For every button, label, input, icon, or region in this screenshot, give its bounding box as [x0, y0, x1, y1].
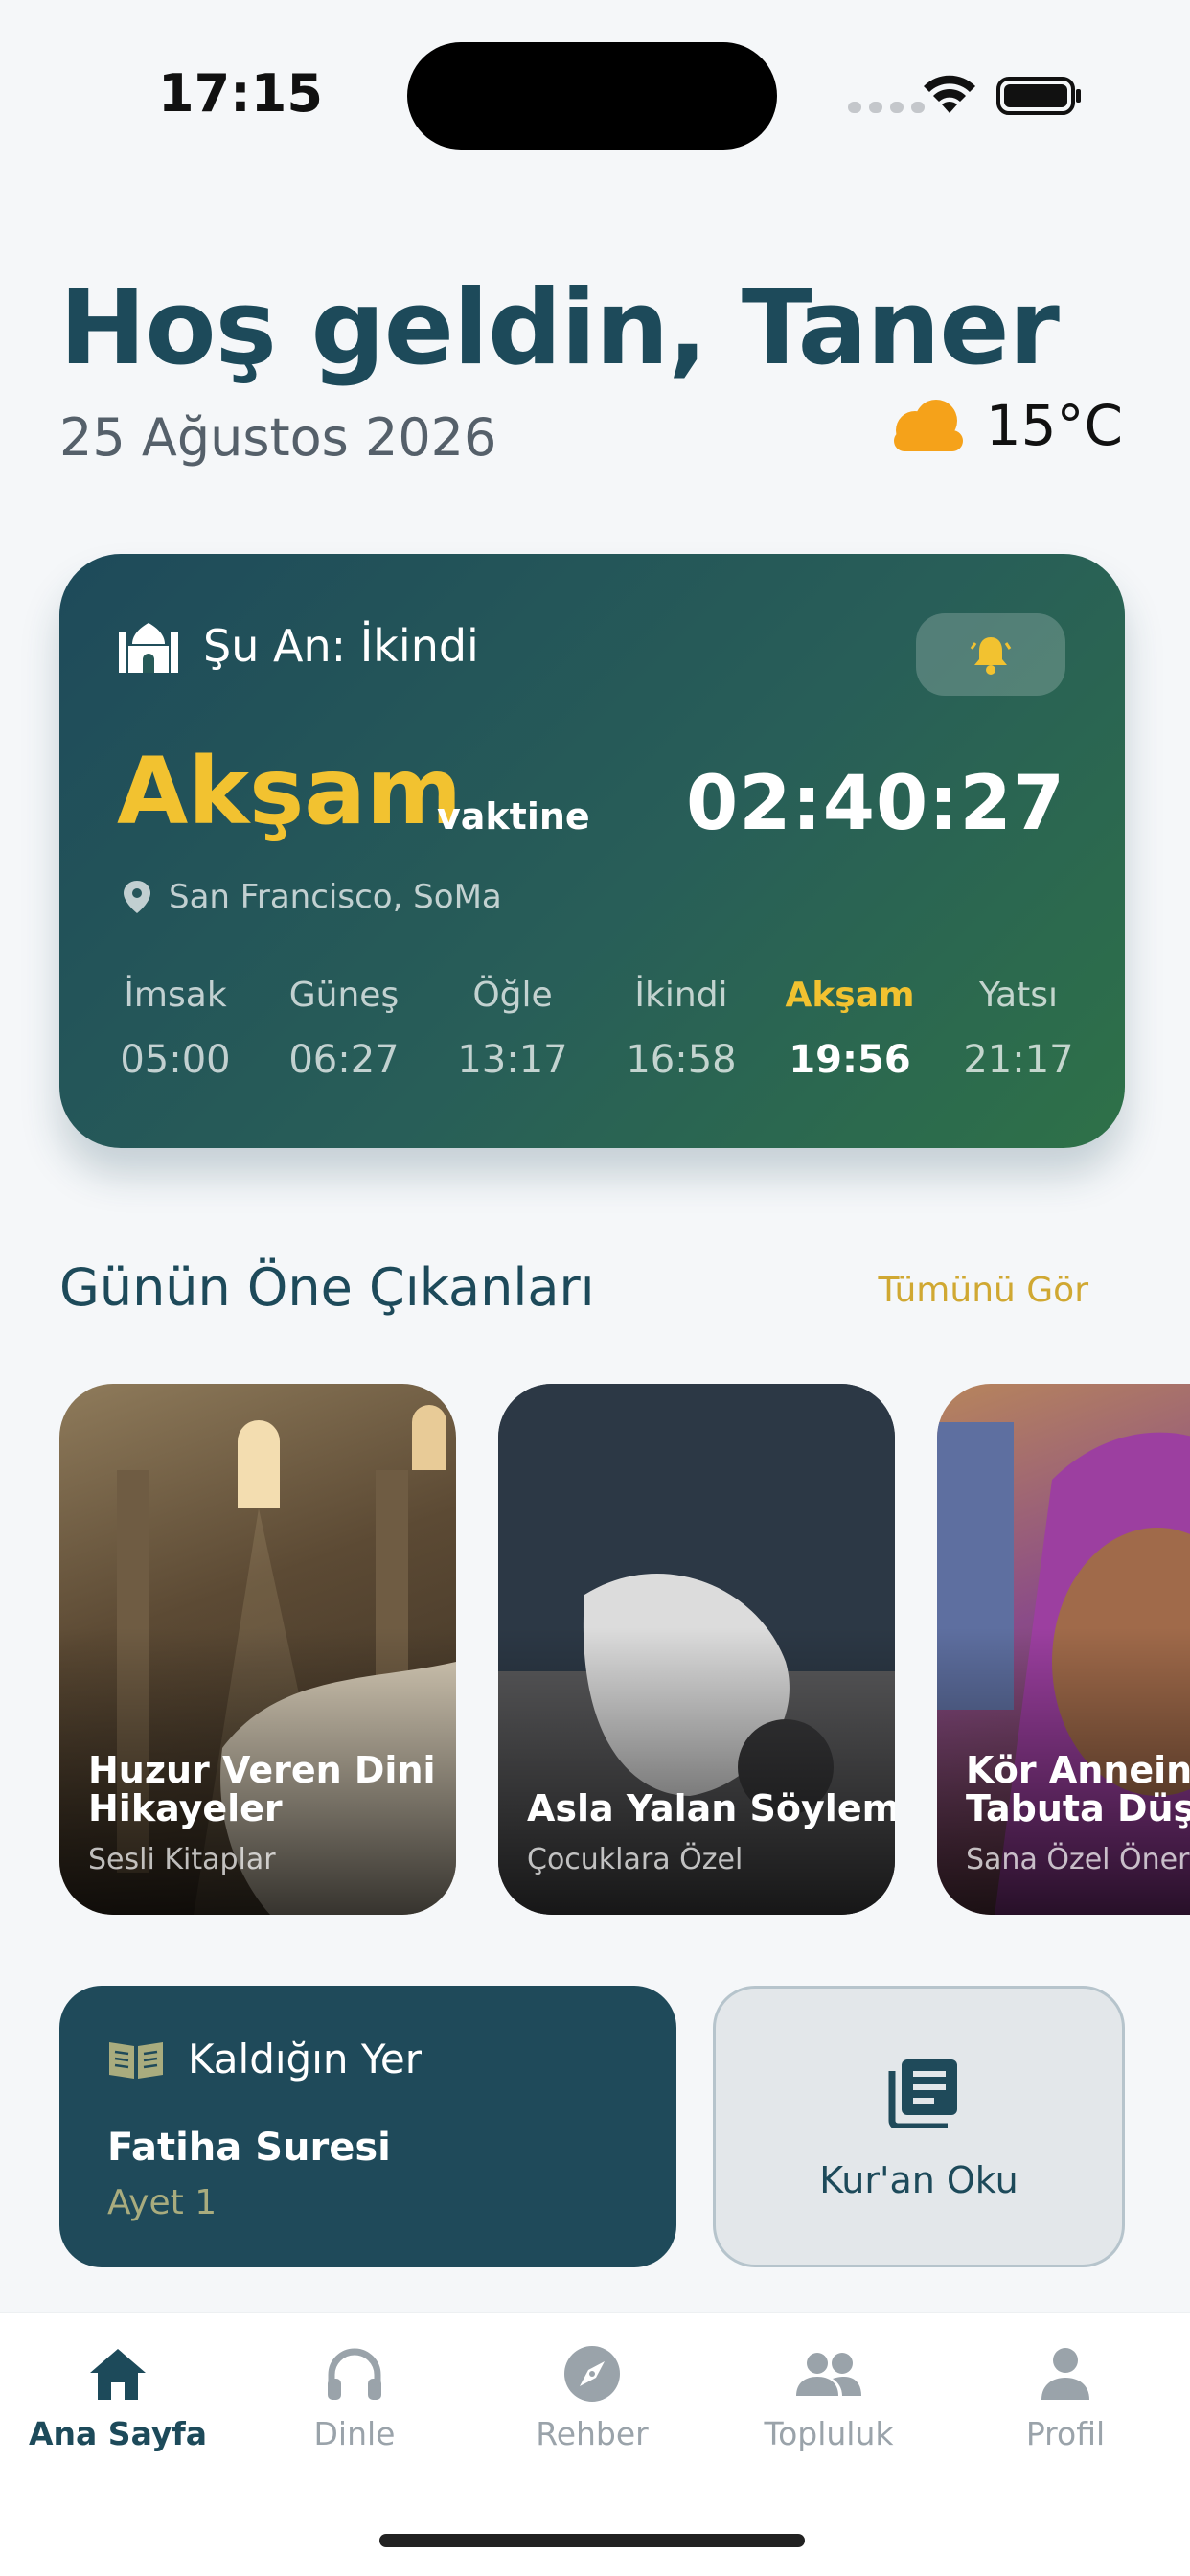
dynamic-island	[407, 42, 777, 150]
tab-community[interactable]: Topluluk	[733, 2342, 925, 2452]
headphones-icon	[328, 2348, 381, 2400]
highlight-card[interactable]: Kör Annein G Tabuta Düştü Sana Özel Öner	[937, 1384, 1190, 1915]
tab-label: Ana Sayfa	[29, 2415, 207, 2452]
prayer-time-aksam: Akşam 19:56	[768, 976, 931, 1082]
home-icon	[90, 2349, 146, 2400]
current-date: 25 Ağustos 2026	[59, 407, 497, 468]
status-bar: 17:15	[0, 0, 1190, 192]
prayer-time-gunes: Güneş 06:27	[263, 976, 425, 1082]
continue-reading-label: Kaldığın Yer	[188, 2036, 423, 2082]
location-pin-icon	[124, 881, 150, 913]
highlights-carousel[interactable]: Huzur Veren Dini Hikayeler Sesli Kitapla…	[59, 1384, 1190, 1915]
prayer-time-yatsi: Yatsı 21:17	[937, 976, 1100, 1082]
bell-icon	[970, 637, 1012, 675]
compass-icon	[564, 2346, 620, 2402]
tab-listen[interactable]: Dinle	[259, 2342, 450, 2452]
prayer-time-name: İkindi	[634, 976, 728, 1015]
person-icon	[1041, 2348, 1089, 2400]
next-prayer-name: Akşam	[117, 738, 463, 845]
battery-icon	[996, 77, 1081, 115]
highlight-card-subtitle: Çocuklara Özel	[527, 1843, 744, 1876]
prayer-time-name: Yatsı	[979, 976, 1058, 1015]
prayer-time-name: Öğle	[472, 976, 553, 1015]
tab-label: Rehber	[536, 2415, 649, 2452]
see-all-link[interactable]: Tümünü Gör	[878, 1271, 1088, 1310]
weather-widget: 15°C	[886, 393, 1123, 458]
highlight-card[interactable]: Asla Yalan Söyleme Çocuklara Özel	[498, 1384, 895, 1915]
read-quran-button[interactable]: Kur'an Oku	[713, 1986, 1125, 2267]
people-icon	[796, 2353, 861, 2396]
current-prayer-label: Şu An: İkindi	[203, 620, 479, 672]
prayer-time-ikindi: İkindi 16:58	[600, 976, 763, 1082]
highlight-card-title-line: Tabuta Düştü	[966, 1787, 1190, 1830]
read-quran-label: Kur'an Oku	[819, 2159, 1018, 2201]
continue-reading-card[interactable]: Kaldığın Yer Fatiha Suresi Ayet 1	[59, 1986, 676, 2267]
current-prayer: Şu An: İkindi	[117, 619, 479, 673]
highlight-card-title-line: Asla Yalan Söyleme	[527, 1787, 895, 1830]
highlights-title: Günün Öne Çıkanları	[59, 1257, 595, 1318]
tab-home[interactable]: Ana Sayfa	[22, 2342, 214, 2452]
highlight-card[interactable]: Huzur Veren Dini Hikayeler Sesli Kitapla…	[59, 1384, 456, 1915]
prayer-time-value: 05:00	[120, 1038, 231, 1082]
notification-bell-button[interactable]	[916, 613, 1065, 696]
prayer-time-value: 21:17	[963, 1038, 1074, 1082]
prayer-time-imsak: İmsak 05:00	[94, 976, 257, 1082]
prayer-time-name: İmsak	[124, 976, 227, 1015]
greeting-title: Hoş geldin, Taner	[59, 268, 1060, 388]
prayer-time-value: 06:27	[288, 1038, 400, 1082]
cloud-icon	[893, 400, 963, 451]
highlight-card-title: Huzur Veren Dini Hikayeler	[88, 1749, 452, 1830]
prayer-time-name: Akşam	[785, 976, 915, 1015]
location[interactable]: San Francisco, SoMa	[123, 878, 502, 916]
tab-profile[interactable]: Profil	[970, 2342, 1161, 2452]
highlight-card-title: Kör Annein G Tabuta Düştü	[966, 1749, 1190, 1830]
highlight-card-subtitle: Sesli Kitaplar	[88, 1843, 276, 1876]
tab-label: Profil	[1025, 2415, 1106, 2452]
wifi-icon	[924, 75, 975, 113]
home-indicator[interactable]	[379, 2534, 805, 2547]
book-stack-icon	[888, 2059, 957, 2128]
countdown-timer: 02:40:27	[685, 761, 1065, 847]
prayer-time-value: 19:56	[789, 1038, 911, 1082]
prayer-times-card[interactable]: Şu An: İkindi Akşam vaktine 02:40:27 San…	[59, 554, 1125, 1148]
location-text: San Francisco, SoMa	[169, 878, 502, 916]
highlight-card-title-line: Huzur Veren Dini	[88, 1749, 436, 1792]
cellular-signal-icon	[848, 102, 925, 113]
prayer-time-name: Güneş	[288, 976, 400, 1015]
highlight-card-title-line: Kör Annein G	[966, 1749, 1190, 1792]
status-time: 17:15	[158, 63, 323, 124]
prayer-time-value: 13:17	[457, 1038, 568, 1082]
tab-label: Dinle	[313, 2415, 396, 2452]
next-prayer-suffix: vaktine	[437, 795, 590, 838]
surah-name: Fatiha Suresi	[107, 2126, 391, 2170]
temperature: 15°C	[985, 393, 1123, 458]
highlight-card-title: Asla Yalan Söyleme	[527, 1787, 895, 1830]
highlight-card-title-line: Hikayeler	[88, 1787, 283, 1830]
tab-guide[interactable]: Rehber	[496, 2342, 688, 2452]
tab-label: Topluluk	[764, 2415, 894, 2452]
ayah-number: Ayet 1	[107, 2183, 217, 2222]
mosque-icon	[119, 623, 178, 673]
prayer-time-ogle: Öğle 13:17	[431, 976, 594, 1082]
prayer-time-value: 16:58	[626, 1038, 737, 1082]
highlight-card-subtitle: Sana Özel Öner	[966, 1843, 1190, 1876]
open-book-icon	[109, 2041, 163, 2079]
continue-reading-header: Kaldığın Yer	[107, 2036, 422, 2082]
prayer-times-row: İmsak 05:00 Güneş 06:27 Öğle 13:17 İkind…	[94, 976, 1100, 1082]
